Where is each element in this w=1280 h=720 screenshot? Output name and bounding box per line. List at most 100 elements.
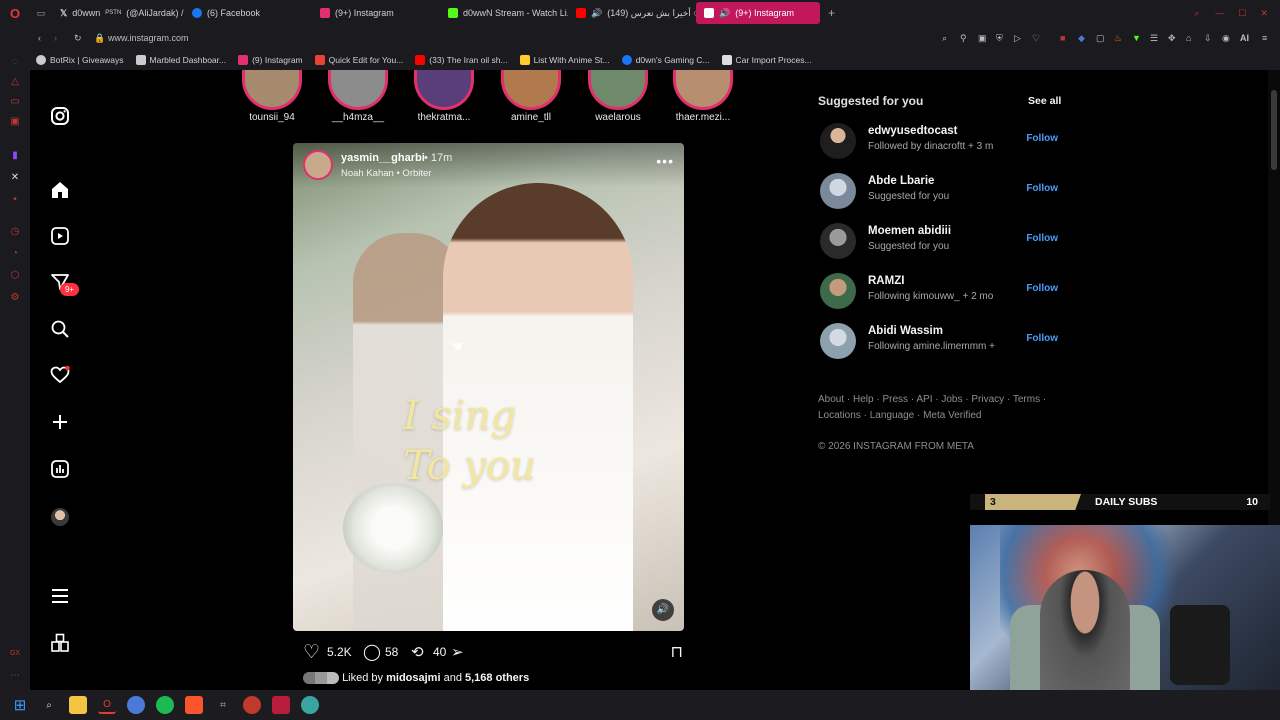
extension-green-icon[interactable]: ▼ <box>1132 33 1150 43</box>
opera-logo-icon[interactable]: O <box>0 6 30 21</box>
puzzle-icon[interactable]: ✥ <box>1168 33 1186 44</box>
bookmark-car[interactable]: Car Import Proces... <box>721 55 812 65</box>
extension-gray-icon[interactable]: ▢ <box>1096 33 1114 44</box>
bookmark-anime[interactable]: List With Anime St... <box>519 55 610 65</box>
follow-button[interactable]: Follow <box>1026 333 1058 344</box>
sidebar-x-icon[interactable]: ✕ <box>9 172 21 184</box>
post-audio[interactable]: Noah Kahan • Orbiter <box>341 168 431 179</box>
shield-icon[interactable]: ⛨ <box>996 33 1014 44</box>
bookmark-gmail[interactable]: Quick Edit for You... <box>314 55 403 65</box>
file-explorer-icon[interactable] <box>69 696 87 714</box>
follow-button[interactable]: Follow <box>1026 183 1058 194</box>
tab-instagram-active[interactable]: 🔊 (9+) Instagram <box>696 2 820 24</box>
ai-button[interactable]: AI <box>1240 33 1262 43</box>
post-media[interactable]: yasmin__gharbi • 17m Noah Kahan • Orbite… <box>293 143 684 631</box>
sidebar-clock-icon[interactable]: ◷ <box>9 226 21 238</box>
story-item[interactable]: __h4mza__ <box>318 70 398 123</box>
download-icon[interactable]: ⇩ <box>1204 33 1222 44</box>
story-item[interactable]: thekratma... <box>404 70 484 123</box>
spotify-icon[interactable] <box>156 696 174 714</box>
extension-red-icon[interactable]: ■ <box>1060 33 1078 43</box>
play-icon[interactable]: ▷ <box>1014 33 1032 44</box>
bookmark-marbled[interactable]: Marbled Dashboar... <box>135 55 226 65</box>
taskbar-search-icon[interactable]: ⌕ <box>40 696 58 714</box>
sidebar-messenger-icon[interactable]: ▭ <box>9 96 21 108</box>
filter-icon[interactable]: ☰ <box>1150 33 1168 44</box>
globe-icon[interactable] <box>301 696 319 714</box>
sidebar-wallet-icon[interactable]: ▣ <box>9 116 21 128</box>
tab-youtube[interactable]: 🔊 أخيرا بش نعرس (149) ○ -ə <box>568 2 696 24</box>
profile-avatar[interactable] <box>49 506 71 528</box>
snapshot-icon[interactable]: ▣ <box>978 33 996 44</box>
story-item[interactable]: amine_tll <box>491 70 571 123</box>
sidebar-youtube-icon[interactable]: • <box>9 194 21 206</box>
minimize-icon[interactable]: — <box>1215 8 1224 18</box>
extension-fire-icon[interactable]: ♨ <box>1114 33 1132 44</box>
extension-blue-icon[interactable]: ◆ <box>1078 33 1096 44</box>
notifications-heart-icon[interactable] <box>49 364 71 386</box>
opera-gx-icon[interactable]: O <box>98 696 116 714</box>
sidebar-settings-icon[interactable]: ⚙ <box>9 292 21 304</box>
camera-icon[interactable]: ◉ <box>1222 33 1240 44</box>
suggested-username[interactable]: Abidi Wassim <box>868 325 943 337</box>
footer-links[interactable]: About · Help · Press · API · Jobs · Priv… <box>818 394 1046 405</box>
follow-button[interactable]: Follow <box>1026 133 1058 144</box>
sidebar-alert-icon[interactable]: △ <box>9 76 21 88</box>
sidebar-history-icon[interactable]: ◔ <box>9 248 21 260</box>
maximize-icon[interactable]: ☐ <box>1238 8 1246 19</box>
more-options-icon[interactable]: ••• <box>656 153 674 169</box>
bookmark-botrix[interactable]: BotRix | Giveaways <box>36 55 124 65</box>
app-blue-icon[interactable] <box>127 696 145 714</box>
back-icon[interactable]: ‹ <box>38 33 54 43</box>
liked-by-others[interactable]: 5,168 others <box>465 672 529 684</box>
reload-icon[interactable]: ↻ <box>74 33 94 44</box>
bookmark-instagram[interactable]: (9) Instagram <box>238 55 303 65</box>
dashboard-icon[interactable] <box>49 458 71 480</box>
sidebar-gx-icon[interactable]: GX <box>9 648 21 660</box>
sidebar-more-icon[interactable]: ⋯ <box>9 670 21 682</box>
avatar[interactable] <box>820 173 856 209</box>
tab-manager-icon[interactable]: ▭ <box>30 8 52 19</box>
tab-kick[interactable]: d0wwN Stream - Watch Li... <box>440 2 568 24</box>
zoom-icon[interactable]: ⌕ <box>942 33 960 44</box>
pin-icon[interactable]: ⚲ <box>960 33 978 44</box>
post-author-avatar[interactable] <box>303 150 333 180</box>
heart-icon[interactable]: ♡ <box>1032 33 1060 44</box>
sidebar-box-icon[interactable]: ⬡ <box>9 270 21 282</box>
obs-icon[interactable] <box>243 696 261 714</box>
sidebar-twitch-icon[interactable]: ▮ <box>9 150 21 162</box>
instagram-logo-icon[interactable] <box>49 105 71 127</box>
windows-start-icon[interactable]: ⊞ <box>11 696 29 714</box>
suggested-username[interactable]: Moemen abidiii <box>868 225 951 237</box>
avatar[interactable] <box>820 123 856 159</box>
tab-twitter[interactable]: 𝕏 d0wwn PSTN (@AliJardak) / <box>52 2 184 24</box>
search-icon[interactable] <box>49 318 71 340</box>
close-icon[interactable]: ✕ <box>1260 8 1268 19</box>
search-tabs-icon[interactable]: ⌕ <box>1194 8 1199 19</box>
wallet-icon[interactable]: ⌂ <box>1186 33 1204 43</box>
more-menu-icon[interactable] <box>49 585 71 607</box>
suggested-username[interactable]: RAMZI <box>868 275 904 287</box>
brave-icon[interactable] <box>185 696 203 714</box>
meta-apps-icon[interactable] <box>49 632 71 654</box>
menu-icon[interactable]: ≡ <box>1262 33 1280 43</box>
sidebar-ai-icon[interactable]: ◌ <box>9 56 21 68</box>
app-red-icon[interactable] <box>272 696 290 714</box>
story-item[interactable]: tounsii_94 <box>232 70 312 123</box>
create-icon[interactable] <box>49 411 71 433</box>
avatar[interactable] <box>820 223 856 259</box>
liked-by-user[interactable]: midosajmi <box>386 672 440 684</box>
tab-facebook[interactable]: (6) Facebook <box>184 2 312 24</box>
footer-links-2[interactable]: Locations · Language · Meta Verified <box>818 410 981 421</box>
suggested-username[interactable]: edwyusedtocast <box>868 125 957 137</box>
mute-toggle-icon[interactable]: 🔊 <box>652 599 674 621</box>
follow-button[interactable]: Follow <box>1026 283 1058 294</box>
post-username[interactable]: yasmin__gharbi <box>341 152 425 164</box>
story-item[interactable]: thaer.mezi... <box>663 70 743 123</box>
story-item[interactable]: waelarous <box>578 70 658 123</box>
repost-icon[interactable]: ⟲ <box>411 643 433 661</box>
follow-button[interactable]: Follow <box>1026 233 1058 244</box>
reels-icon[interactable] <box>49 225 71 247</box>
bookmark-facebook[interactable]: d0wn's Gaming C... <box>621 55 710 65</box>
avatar[interactable] <box>820 273 856 309</box>
